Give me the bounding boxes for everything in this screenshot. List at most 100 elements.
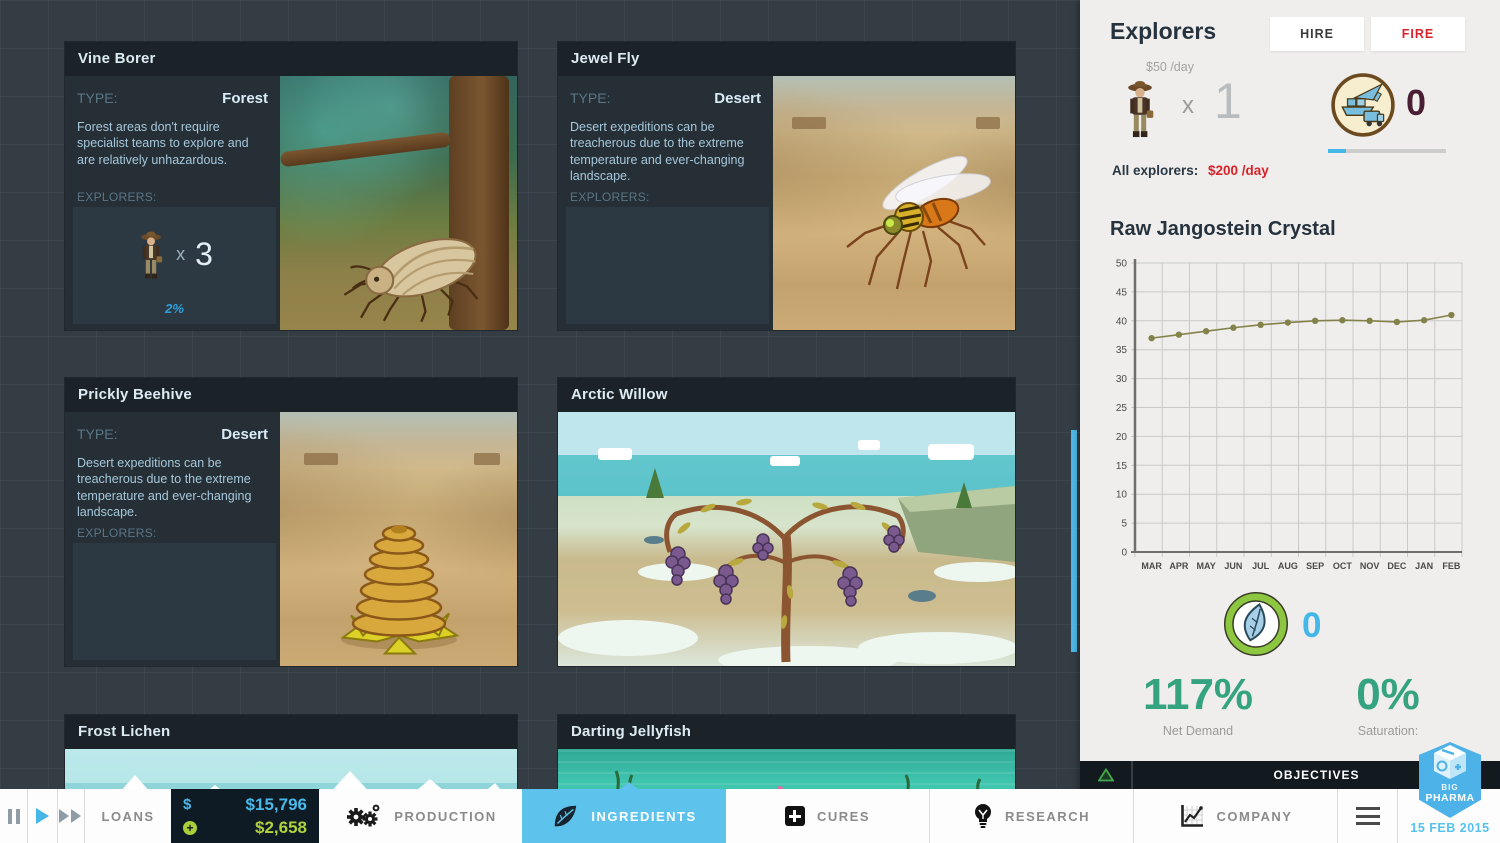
card-description: Forest areas don't require specialist te… [77,119,268,168]
explorer-rate: $50 /day [1146,60,1194,74]
svg-text:15: 15 [1116,461,1128,472]
card-title: Frost Lichen [65,715,517,749]
big-pharma-game-screen: Vine Borer TYPE: Forest Forest areas don… [0,0,1500,843]
prickly-beehive-art [299,475,499,660]
svg-text:0: 0 [1121,548,1127,559]
objectives-warning-cell[interactable] [1080,761,1133,789]
cures-label: CURES [817,809,870,824]
pause-button[interactable] [0,789,27,843]
active-tab-notch [620,782,638,789]
jewel-fly-art [807,132,1007,302]
chart-title: Raw Jangostein Crystal [1110,218,1336,241]
company-label: COMPANY [1217,809,1293,824]
ingredient-art-desert [280,412,517,666]
cures-plus-icon [785,806,805,826]
explorers-label: EXPLORERS: [77,190,157,204]
leaf-icon [551,802,579,830]
card-title: Arctic Willow [558,378,1015,412]
panel-title: Explorers [1110,18,1216,45]
explorer-progress-fill [1328,149,1346,153]
explorers-side-panel: Explorers HIRE FIRE $50 /day x 1 [1080,0,1500,843]
svg-text:10: 10 [1116,490,1128,501]
explorer-count: 1 [1214,72,1242,130]
vine-borer-beetle-art [323,222,503,326]
type-value: Desert [221,426,268,443]
tab-production[interactable]: PRODUCTION [319,789,522,843]
daily-income: $2,658 [255,818,307,838]
explorer-slot[interactable] [73,543,276,660]
svg-text:JAN: JAN [1415,561,1433,571]
svg-text:AUG: AUG [1278,561,1298,571]
explorer-figure-icon [136,229,166,281]
svg-text:MAY: MAY [1197,561,1216,571]
mesa [304,453,338,465]
cash-symbol: $ [183,796,191,813]
ingredients-label: INGREDIENTS [591,809,696,824]
fast-forward-button[interactable] [58,789,84,843]
tab-research[interactable]: RESEARCH [930,789,1133,843]
card-title: Vine Borer [65,42,517,76]
all-explorers-label: All explorers: [1112,163,1198,178]
card-title: Prickly Beehive [65,378,517,412]
svg-text:30: 30 [1116,374,1128,385]
ingredients-map-area: Vine Borer TYPE: Forest Forest areas don… [0,0,1080,843]
ingredient-stock-count: 0 [1302,606,1321,646]
pause-icon [8,809,20,824]
vertical-scrollbar-thumb[interactable] [1071,430,1077,652]
svg-text:SEP: SEP [1306,561,1324,571]
loans-button[interactable]: LOANS [85,789,171,843]
explorer-progress-bar [1328,149,1446,153]
production-label: PRODUCTION [394,809,496,824]
ingredient-art-arctic [558,412,1015,666]
type-label: TYPE: [77,426,117,442]
warning-triangle-icon [1098,768,1114,782]
type-value: Forest [222,90,268,107]
menu-button[interactable] [1338,789,1397,843]
svg-text:OCT: OCT [1333,561,1353,571]
mesa [474,453,500,465]
svg-text:45: 45 [1116,287,1128,298]
svg-text:JUN: JUN [1224,561,1242,571]
net-demand-label: Net Demand [1118,724,1278,738]
explorer-count: 3 [195,236,213,273]
tab-cures[interactable]: CURES [726,789,929,843]
ingredient-card-prickly-beehive[interactable]: Prickly Beehive TYPE: Desert Desert expe… [65,378,517,666]
fast-forward-icon [59,809,83,823]
ingredient-card-vine-borer[interactable]: Vine Borer TYPE: Forest Forest areas don… [65,42,517,330]
ingredient-card-jewel-fly[interactable]: Jewel Fly TYPE: Desert Desert expedition… [558,42,1015,330]
explorer-slot[interactable]: x 3 2% [73,207,276,324]
play-button[interactable] [28,789,57,843]
card-info: TYPE: Desert Desert expeditions can be t… [65,412,280,666]
tab-company[interactable]: COMPANY [1134,789,1337,843]
svg-text:NOV: NOV [1360,561,1380,571]
saturation-value: 0% [1308,670,1468,720]
leaf-badge-icon [1222,590,1290,658]
explorers-label: EXPLORERS: [77,526,157,540]
svg-text:DEC: DEC [1387,561,1407,571]
type-label: TYPE: [77,90,117,106]
mesa [792,117,826,129]
explorer-count-prefix: x [1182,92,1194,120]
ingredient-card-arctic-willow[interactable]: Arctic Willow [558,378,1015,666]
logo-text-top: BIG [1441,783,1458,792]
lightbulb-icon [973,803,993,829]
loans-label: LOANS [102,809,155,824]
research-label: RESEARCH [1005,809,1090,824]
logo-text-bottom: PHARMA [1425,792,1474,804]
svg-text:JUL: JUL [1252,561,1270,571]
hire-button[interactable]: HIRE [1270,17,1364,51]
arctic-willow-art [558,412,1015,666]
type-label: TYPE: [570,90,610,106]
mesa [976,117,1000,129]
hamburger-icon [1356,807,1380,825]
tab-ingredients[interactable]: INGREDIENTS [522,789,726,843]
explorers-label: EXPLORERS: [570,190,650,204]
game-date: 15 FEB 2015 [1408,821,1492,835]
svg-text:MAR: MAR [1141,561,1162,571]
fire-button[interactable]: FIRE [1371,17,1465,51]
card-description: Desert expeditions can be treacherous du… [570,119,761,184]
svg-text:25: 25 [1116,403,1128,414]
explorer-slot[interactable] [566,207,769,324]
svg-text:20: 20 [1116,432,1128,443]
income-plus-icon: + [183,821,197,835]
